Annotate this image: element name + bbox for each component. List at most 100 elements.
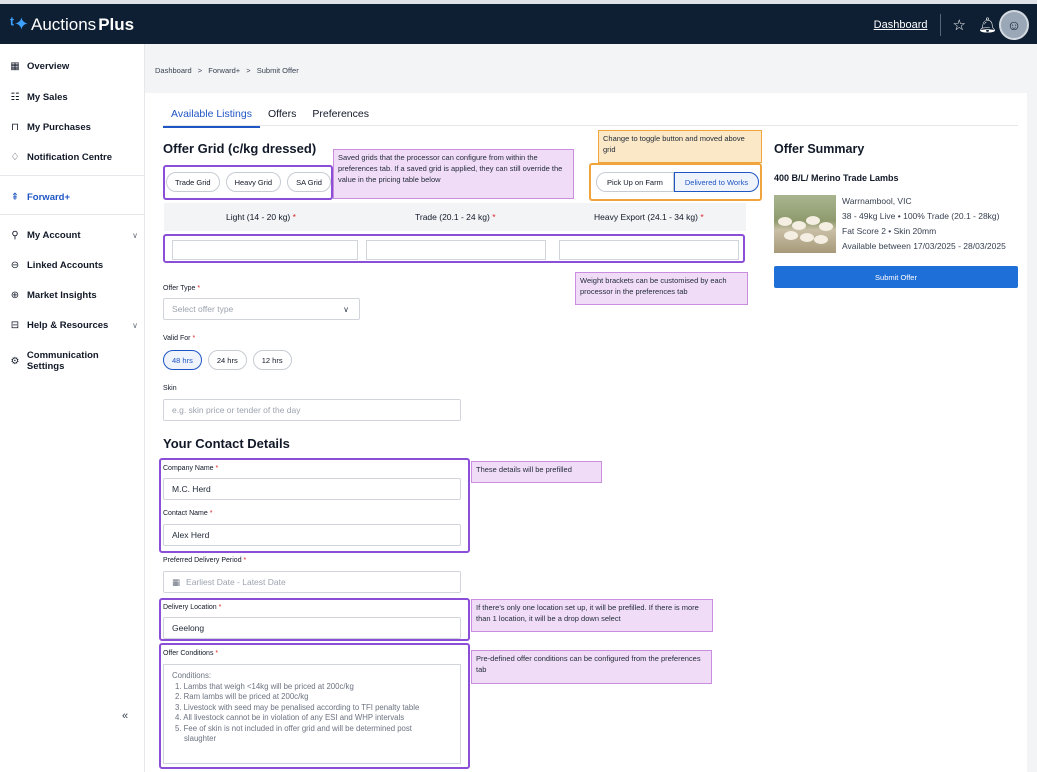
sheep-shape [806, 216, 820, 225]
delivery-period-picker[interactable]: ▦ Earliest Date - Latest Date [163, 571, 461, 593]
nav-divider [0, 214, 145, 215]
sheep-shape [814, 235, 828, 244]
sidebar-item-notification-centre[interactable]: ♢ Notification Centre [10, 152, 138, 163]
sidebar-item-communication-settings[interactable]: ⚙ Communication Settings [10, 350, 138, 372]
link-icon: ⊖ [10, 260, 20, 271]
star-icon[interactable]: ☆ [953, 16, 966, 34]
valid-for-label: Valid For * [163, 335, 195, 342]
sidebar-item-market-insights[interactable]: ⊕ Market Insights [10, 290, 138, 301]
sidebar-item-linked-accounts[interactable]: ⊖ Linked Accounts [10, 260, 138, 271]
sidebar: ▦ Overview ☷ My Sales ⊓ My Purchases ♢ N… [0, 44, 145, 772]
sidebar-item-forward-plus[interactable]: ⇞ Forward+ [10, 192, 138, 203]
sidebar-item-label: Market Insights [27, 290, 97, 301]
bell-icon[interactable]: 🔔︎ [978, 16, 997, 34]
required-mark: * [197, 285, 201, 292]
dashboard-link[interactable]: Dashboard [874, 19, 928, 31]
sidebar-item-help-resources[interactable]: ⊟ Help & Resources ∨ [10, 320, 138, 331]
company-name-value: M.C. Herd [172, 484, 211, 494]
logo-text-bold: Plus [98, 14, 135, 34]
delivery-location-label: Delivery Location * [163, 604, 221, 611]
book-icon: ⊟ [10, 320, 20, 331]
auctionsplus-logo[interactable]: ᵗ✦ Auctions Plus [10, 14, 134, 35]
sheep-shape [819, 222, 833, 231]
condition-item: 1. Lambs that weigh <14kg will be priced… [175, 681, 354, 691]
sidebar-item-my-sales[interactable]: ☷ My Sales [10, 92, 138, 103]
required-mark: * [700, 212, 704, 222]
breadcrumb: Dashboard > Forward+ > Submit Offer [155, 66, 299, 75]
sheep-shape [800, 233, 814, 242]
label-text: Contact Name [163, 510, 208, 517]
offer-grid-header: Light (14 - 20 kg) * Trade (20.1 - 24 kg… [164, 203, 746, 231]
sheep-shape [784, 231, 798, 240]
collapse-sidebar-button[interactable]: « [122, 710, 128, 722]
grid-col-heavy-export: Heavy Export (24.1 - 34 kg) * [594, 212, 704, 222]
list-icon: ☷ [10, 92, 20, 103]
offer-conditions-textarea[interactable]: Conditions: 1. Lambs that weigh <14kg wi… [163, 664, 461, 764]
breadcrumb-dashboard[interactable]: Dashboard [155, 66, 192, 75]
offer-type-label: Offer Type * [163, 285, 200, 292]
required-mark: * [215, 465, 219, 472]
label-text: Offer Type [163, 285, 196, 292]
chevron-down-icon: ∨ [132, 321, 138, 330]
sidebar-item-label: Communication Settings [26, 350, 99, 372]
tabs-divider [163, 125, 1018, 126]
sidebar-item-label: My Account [27, 230, 81, 241]
user-icon: ⚲ [11, 230, 19, 241]
breadcrumb-submit-offer: Submit Offer [256, 66, 299, 75]
company-name-label: Company Name * [163, 465, 218, 472]
grid-col-label: Trade (20.1 - 24 kg) [415, 212, 490, 222]
listing-details-fat: Fat Score 2 • Skin 20mm [842, 226, 937, 236]
delivery-location-value: Geelong [172, 623, 205, 633]
condition-item: slaughter [184, 734, 217, 744]
offer-grid-title: Offer Grid (c/kg dressed) [163, 141, 317, 156]
annotation-conditions: Pre-defined offer conditions can be conf… [471, 650, 712, 684]
annotation-saved-grids: Saved grids that the processor can confi… [333, 149, 574, 199]
valid-for-48-hrs[interactable]: 48 hrs [163, 350, 202, 370]
breadcrumb-forward-plus[interactable]: Forward+ [208, 66, 240, 75]
pick-up-on-farm-toggle[interactable]: Pick Up on Farm [596, 172, 674, 192]
nav-divider [0, 175, 145, 176]
top-actions: Dashboard ☆ 🔔︎ ☺ [874, 10, 1029, 40]
required-mark: * [192, 335, 196, 342]
delivered-to-works-toggle[interactable]: Delivered to Works [673, 172, 760, 192]
grid-icon: ▦ [10, 61, 20, 72]
weights-highlight [163, 234, 745, 263]
required-mark: * [243, 557, 247, 564]
sidebar-item-my-account[interactable]: ⚲ My Account ∨ [10, 230, 138, 241]
contact-name-field[interactable]: Alex Herd [163, 524, 461, 546]
valid-for-24-hrs[interactable]: 24 hrs [207, 350, 247, 370]
logo-text-prefix: Auctions [30, 14, 97, 34]
annotation-prefilled: These details will be prefilled [471, 461, 602, 483]
sidebar-item-label: My Sales [27, 92, 68, 103]
listing-availability: Available between 17/03/2025 - 28/03/202… [842, 241, 1006, 251]
chevron-down-icon: ∨ [343, 304, 349, 314]
delivery-location-field[interactable]: Geelong [163, 617, 461, 639]
required-mark: * [292, 212, 296, 222]
valid-for-12-hrs[interactable]: 12 hrs [252, 350, 292, 370]
sidebar-item-overview[interactable]: ▦ Overview [10, 61, 138, 72]
settings-icon: ⚙ [10, 355, 20, 367]
logo-mark-icon: ᵗ✦ [10, 14, 29, 34]
annotation-toggle: Change to toggle button and moved above … [598, 130, 762, 163]
annotation-location: If there's only one location set up, it … [471, 599, 713, 632]
conditions-heading: Conditions: [172, 671, 212, 680]
sheep-shape [792, 221, 806, 230]
submit-offer-button[interactable]: Submit Offer [774, 266, 1018, 288]
sidebar-item-label: Notification Centre [27, 152, 112, 163]
skin-input[interactable]: e.g. skin price or tender of the day [163, 399, 461, 421]
top-bar: ᵗ✦ Auctions Plus Dashboard ☆ 🔔︎ ☺ [0, 0, 1037, 44]
sidebar-item-my-purchases[interactable]: ⊓ My Purchases [10, 122, 138, 133]
contact-details-title: Your Contact Details [163, 436, 290, 451]
skin-label: Skin [163, 385, 177, 392]
company-name-field[interactable]: M.C. Herd [163, 478, 461, 500]
saved-grids-highlight [163, 165, 333, 200]
bell-icon: ♢ [10, 152, 20, 163]
avatar[interactable]: ☺ [999, 10, 1029, 40]
listing-location: Warrnambool, VIC [842, 196, 912, 206]
condition-item: 3. Livestock with seed may be penalised … [175, 702, 420, 712]
grid-col-label: Light (14 - 20 kg) [226, 212, 291, 222]
calendar-icon: ▦ [172, 576, 181, 587]
label-text: Valid For [163, 335, 191, 342]
required-mark: * [209, 510, 213, 517]
offer-type-select[interactable]: Select offer type ∨ [163, 298, 360, 320]
